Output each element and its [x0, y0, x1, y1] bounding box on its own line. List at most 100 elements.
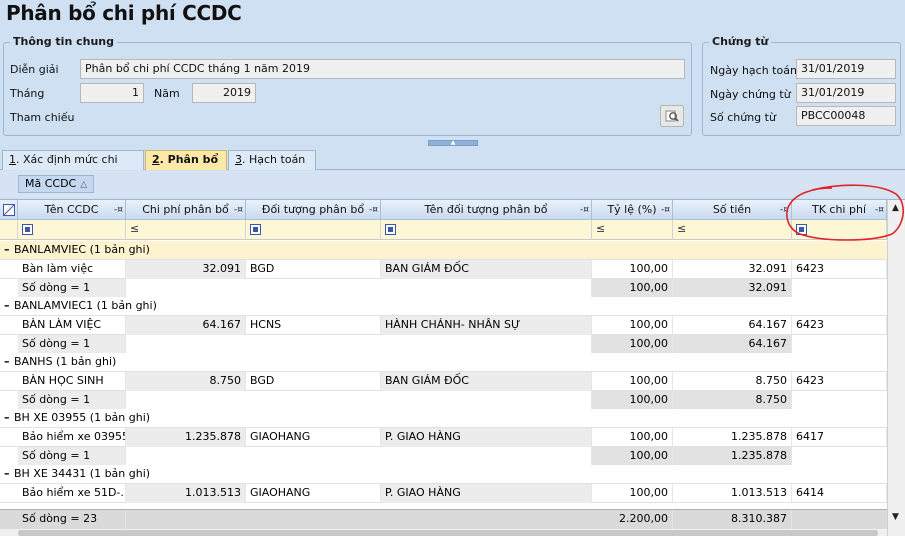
reference-lookup-button[interactable] [660, 105, 684, 127]
posting-date-input[interactable]: 31/01/2019 [796, 59, 896, 79]
scroll-up-icon[interactable]: ▲ [892, 203, 899, 213]
cell-tk-chi-phi[interactable]: 6423 [792, 372, 887, 391]
col-ten-doi-tuong[interactable]: Tên đối tượng phân bổ -¤ [381, 200, 592, 220]
filter-ten-doi-tuong[interactable] [381, 220, 592, 240]
filter-ten-ccdc[interactable] [18, 220, 126, 240]
col-ty-le[interactable]: Tỷ lệ (%) -¤ [592, 200, 673, 220]
pin-icon[interactable]: -¤ [875, 200, 884, 220]
cell-ten-ccdc[interactable]: Bàn làm việc [18, 260, 126, 279]
cell-so-tien[interactable]: 8.750 [673, 372, 792, 391]
cell-ty-le[interactable]: 100,00 [592, 260, 673, 279]
filter-checkbox-icon[interactable] [385, 224, 396, 235]
filter-so-tien[interactable]: ≤ [673, 220, 792, 240]
tab-phan-bo[interactable]: 2. Phân bổ [145, 150, 227, 170]
cell-tk-chi-phi[interactable]: 6423 [792, 316, 887, 335]
col-so-tien[interactable]: Số tiền -¤ [673, 200, 792, 220]
filter-ty-le[interactable]: ≤ [592, 220, 673, 240]
collapse-splitter[interactable]: ▲ [428, 140, 478, 146]
group-row[interactable]: – BANLAMVIEC1 (1 bản ghi) [0, 297, 887, 316]
table-row[interactable]: BÀN LÀM VIỆC 64.167 HCNS HÀNH CHÁNH- NHÂ… [0, 316, 887, 335]
collapse-icon[interactable]: – [4, 467, 14, 480]
cell-doi-tuong[interactable]: BGD [246, 260, 381, 279]
cell-ten-ccdc[interactable]: BÀN HỌC SINH [18, 372, 126, 391]
cell-chi-phi[interactable]: 8.750 [126, 372, 246, 391]
cell-so-tien[interactable]: 1.013.513 [673, 484, 792, 503]
pin-icon[interactable]: -¤ [780, 200, 789, 220]
collapse-icon[interactable]: – [4, 411, 14, 424]
cell-chi-phi[interactable]: 64.167 [126, 316, 246, 335]
group-row[interactable]: – BH XE 34431 (1 bản ghi) [0, 465, 887, 484]
col-ten-ccdc[interactable]: Tên CCDC -¤ [18, 200, 126, 220]
filter-tk-chi-phi[interactable] [792, 220, 887, 240]
pin-icon[interactable]: -¤ [661, 200, 670, 220]
group-by-chip[interactable]: Mã CCDC △ [18, 175, 95, 193]
filter-op-so-tien[interactable]: ≤ [677, 222, 686, 235]
cell-ten-doi-tuong[interactable]: P. GIAO HÀNG [381, 484, 592, 503]
collapse-icon[interactable]: – [4, 355, 14, 368]
sort-asc-icon: △ [80, 180, 88, 190]
pin-icon[interactable]: -¤ [369, 200, 378, 220]
cell-tk-chi-phi[interactable]: 6417 [792, 428, 887, 447]
cell-doi-tuong[interactable]: GIAOHANG [246, 484, 381, 503]
table-row[interactable]: BÀN HỌC SINH 8.750 BGD BAN GIÁM ĐỐC 100,… [0, 372, 887, 391]
filter-doi-tuong[interactable] [246, 220, 381, 240]
pin-icon[interactable]: -¤ [114, 200, 123, 220]
table-row[interactable]: Bảo hiểm xe 51D-... 1.013.513 GIAOHANG P… [0, 484, 887, 503]
cell-ten-ccdc[interactable]: BÀN LÀM VIỆC [18, 316, 126, 335]
col-doi-tuong-phan-bo[interactable]: Đối tượng phân bổ -¤ [246, 200, 381, 220]
cell-ty-le[interactable]: 100,00 [592, 316, 673, 335]
vertical-scrollbar[interactable]: ▲ ▼ [887, 200, 905, 536]
tab-hach-toan[interactable]: 3. Hạch toán [228, 150, 316, 170]
horizontal-scroll-thumb[interactable] [18, 530, 878, 536]
summary-ty-le: 100,00 [592, 447, 673, 466]
cell-ten-doi-tuong[interactable]: BAN GIÁM ĐỐC [381, 372, 592, 391]
group-row[interactable]: – BANLAMVIEC (1 bản ghi) [0, 241, 887, 260]
cell-so-tien[interactable]: 1.235.878 [673, 428, 792, 447]
collapse-icon[interactable]: – [4, 299, 14, 312]
cell-ten-doi-tuong[interactable]: HÀNH CHÁNH- NHÂN SỰ [381, 316, 592, 335]
filter-op-chi-phi[interactable]: ≤ [130, 222, 139, 235]
table-row[interactable]: Bảo hiểm xe 03955 1.235.878 GIAOHANG P. … [0, 428, 887, 447]
voucher-date-input[interactable]: 31/01/2019 [796, 83, 896, 103]
cell-ty-le[interactable]: 100,00 [592, 484, 673, 503]
filter-checkbox-icon[interactable] [22, 224, 33, 235]
col-tk-chi-phi[interactable]: TK chi phí -¤ [792, 200, 887, 220]
cell-ten-doi-tuong[interactable]: P. GIAO HÀNG [381, 428, 592, 447]
cell-ten-doi-tuong[interactable]: BAN GIÁM ĐỐC [381, 260, 592, 279]
col-chi-phi-phan-bo[interactable]: Chi phí phân bổ -¤ [126, 200, 246, 220]
column-chooser-icon[interactable] [0, 200, 18, 220]
cell-doi-tuong[interactable]: BGD [246, 372, 381, 391]
tab-3-label: . Hạch toán [242, 153, 306, 166]
pin-icon[interactable]: -¤ [234, 200, 243, 220]
cell-so-tien[interactable]: 32.091 [673, 260, 792, 279]
cell-ten-ccdc[interactable]: Bảo hiểm xe 03955 [18, 428, 126, 447]
filter-checkbox-icon[interactable] [250, 224, 261, 235]
cell-doi-tuong[interactable]: GIAOHANG [246, 428, 381, 447]
scroll-down-icon[interactable]: ▼ [892, 512, 899, 522]
horizontal-scrollbar[interactable] [0, 529, 887, 536]
cell-tk-chi-phi[interactable]: 6423 [792, 260, 887, 279]
filter-op-ty-le[interactable]: ≤ [596, 222, 605, 235]
posting-date-label: Ngày hạch toán [710, 64, 797, 77]
group-row[interactable]: – BH XE 03955 (1 bản ghi) [0, 409, 887, 428]
filter-chi-phi[interactable]: ≤ [126, 220, 246, 240]
year-input[interactable]: 2019 [192, 83, 256, 103]
cell-so-tien[interactable]: 64.167 [673, 316, 792, 335]
cell-chi-phi[interactable]: 1.235.878 [126, 428, 246, 447]
cell-ten-ccdc[interactable]: Bảo hiểm xe 51D-... [18, 484, 126, 503]
cell-ty-le[interactable]: 100,00 [592, 428, 673, 447]
cell-ty-le[interactable]: 100,00 [592, 372, 673, 391]
cell-chi-phi[interactable]: 1.013.513 [126, 484, 246, 503]
cell-chi-phi[interactable]: 32.091 [126, 260, 246, 279]
group-row[interactable]: – BANHS (1 bản ghi) [0, 353, 887, 372]
pin-icon[interactable]: -¤ [580, 200, 589, 220]
cell-tk-chi-phi[interactable]: 6414 [792, 484, 887, 503]
description-input[interactable]: Phân bổ chi phí CCDC tháng 1 năm 2019 [80, 59, 685, 79]
filter-checkbox-icon[interactable] [796, 224, 807, 235]
collapse-icon[interactable]: – [4, 243, 14, 256]
tab-xac-dinh-muc-chi-phi[interactable]: 1. Xác định mức chi phí [2, 150, 144, 184]
table-row[interactable]: Bàn làm việc 32.091 BGD BAN GIÁM ĐỐC 100… [0, 260, 887, 279]
voucher-no-input[interactable]: PBCC00048 [796, 106, 896, 126]
month-input[interactable]: 1 [80, 83, 144, 103]
cell-doi-tuong[interactable]: HCNS [246, 316, 381, 335]
